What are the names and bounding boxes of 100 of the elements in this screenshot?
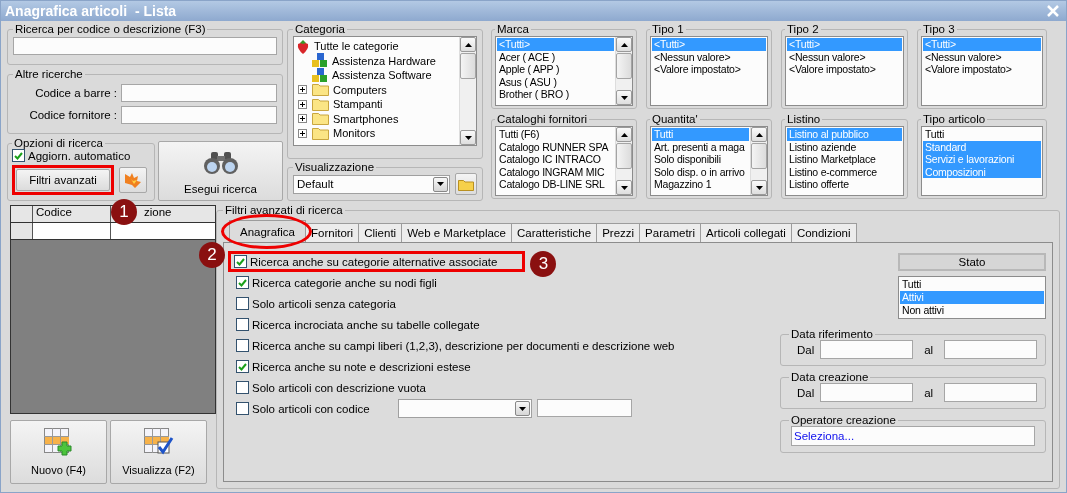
- list-item[interactable]: Solo disponibili: [652, 153, 749, 166]
- checkbox[interactable]: [234, 255, 247, 268]
- expand-icon[interactable]: [297, 128, 307, 138]
- search-field[interactable]: [13, 37, 277, 55]
- toolbar-button[interactable]: Nuovo (F4): [10, 420, 107, 484]
- scroll-down-button[interactable]: [751, 180, 767, 195]
- checkbox[interactable]: [236, 276, 249, 289]
- tab[interactable]: Condizioni: [790, 223, 857, 242]
- list-item[interactable]: Catalogo RUNNER SPA: [497, 140, 614, 154]
- scrollbar[interactable]: [459, 37, 476, 145]
- date-field[interactable]: [820, 383, 913, 402]
- tree-item[interactable]: Monitors: [333, 127, 376, 140]
- view-dropdown[interactable]: Default: [293, 174, 450, 194]
- row-header[interactable]: [11, 223, 33, 239]
- tab[interactable]: Caratteristiche: [511, 223, 598, 242]
- tab[interactable]: Fornitori: [305, 223, 360, 242]
- list-item[interactable]: Non attivi: [900, 304, 1044, 317]
- list-box[interactable]: <Tutti> <Nessun valore> <Valore impostato>: [785, 36, 904, 106]
- expand-icon[interactable]: [297, 85, 307, 95]
- scroll-down-button[interactable]: [616, 90, 632, 105]
- code-dropdown[interactable]: [398, 399, 532, 418]
- checkbox[interactable]: [236, 339, 249, 352]
- list-item[interactable]: Tutti: [900, 278, 1044, 291]
- scroll-thumb[interactable]: [616, 143, 632, 169]
- list-box[interactable]: <Tutti> <Nessun valore> <Valore impostato>: [650, 36, 768, 106]
- expand-icon[interactable]: [297, 99, 307, 109]
- list-item[interactable]: Catalogo DB-LINE SRL: [497, 178, 614, 191]
- list-item[interactable]: Catalogo IC INTRACO: [497, 153, 614, 166]
- checkbox[interactable]: [12, 149, 25, 162]
- scroll-thumb[interactable]: [616, 53, 632, 79]
- list-item[interactable]: <Valore impostato>: [923, 63, 1041, 76]
- scroll-up-button[interactable]: [460, 37, 476, 52]
- input-field[interactable]: [121, 106, 277, 124]
- category-tree[interactable]: Tutte le categorie Assistenza Hardware Assistenza Software Computers Stampanti Smartphones Monitors: [293, 36, 477, 146]
- list-item[interactable]: Listino Marketplace: [787, 153, 902, 166]
- scrollbar[interactable]: [615, 37, 632, 105]
- scroll-down-button[interactable]: [616, 180, 632, 195]
- list-item[interactable]: <Nessun valore>: [787, 50, 902, 64]
- tree-item[interactable]: Assistenza Hardware: [332, 54, 436, 67]
- list-item[interactable]: Tutti (F6): [497, 128, 614, 141]
- list-box[interactable]: Tutti Art. presenti a maga Solo disponibili Solo disp. o in arrivo Magazzino 1: [650, 126, 768, 196]
- scroll-up-button[interactable]: [616, 37, 632, 52]
- list-item[interactable]: Catalogo INGRAM MIC: [497, 165, 614, 179]
- tab[interactable]: Web e Marketplace: [401, 223, 512, 242]
- list-item[interactable]: Brother ( BRO ): [497, 88, 614, 101]
- list-item[interactable]: Magazzino 1: [652, 178, 749, 191]
- list-item[interactable]: <Nessun valore>: [652, 50, 766, 64]
- list-item[interactable]: <Nessun valore>: [923, 50, 1041, 64]
- list-item[interactable]: Apple ( APP ): [497, 63, 614, 76]
- list-item[interactable]: Listino e-commerce: [787, 165, 902, 179]
- scroll-up-button[interactable]: [616, 127, 632, 142]
- list-item[interactable]: Acer ( ACE ): [497, 50, 614, 64]
- list-item[interactable]: Asus ( ASU ): [497, 75, 614, 89]
- date-field[interactable]: [820, 340, 913, 359]
- tab[interactable]: Clienti: [358, 223, 403, 242]
- tree-item[interactable]: Smartphones: [333, 112, 399, 125]
- tab[interactable]: Prezzi: [596, 223, 641, 242]
- status-list[interactable]: Tutti Attivi Non attivi: [898, 276, 1046, 319]
- list-box[interactable]: Tutti (F6) Catalogo RUNNER SPA Catalogo IC INTRACO Catalogo INGRAM MIC Catalogo DB-LINE SRL: [495, 126, 633, 196]
- checkbox[interactable]: [236, 381, 249, 394]
- scroll-thumb[interactable]: [460, 53, 476, 79]
- advanced-filters-button[interactable]: Filtri avanzati: [16, 169, 110, 191]
- list-item[interactable]: Tutti: [923, 128, 1041, 141]
- date-field[interactable]: [944, 340, 1037, 359]
- operator-field[interactable]: Seleziona...: [791, 426, 1035, 446]
- list-item[interactable]: <Valore impostato>: [652, 63, 766, 76]
- scroll-down-button[interactable]: [460, 130, 476, 145]
- list-item[interactable]: Solo disp. o in arrivo: [652, 165, 749, 179]
- tab[interactable]: Articoli collegati: [699, 223, 792, 242]
- tree-item[interactable]: Computers: [333, 83, 387, 96]
- tab[interactable]: Parametri: [639, 223, 701, 242]
- folder-button[interactable]: [455, 173, 477, 195]
- tab[interactable]: Anagrafica: [229, 220, 306, 242]
- list-item[interactable]: Listino offerte: [787, 178, 902, 191]
- list-box[interactable]: <Tutti> Acer ( ACE ) Apple ( APP ) Asus ( ASU ) Brother ( BRO ): [495, 36, 633, 106]
- column-header[interactable]: zione: [144, 206, 172, 218]
- input-field[interactable]: [121, 84, 277, 102]
- list-item[interactable]: <Valore impostato>: [787, 63, 902, 76]
- checkbox[interactable]: [236, 297, 249, 310]
- code-field[interactable]: [537, 399, 632, 417]
- checkbox[interactable]: [236, 318, 249, 331]
- tree-item[interactable]: Tutte le categorie: [314, 40, 399, 53]
- tree-item[interactable]: Assistenza Software: [332, 69, 432, 82]
- list-item[interactable]: Art. presenti a maga: [652, 140, 749, 154]
- search-button[interactable]: Esegui ricerca: [158, 141, 283, 201]
- scrollbar[interactable]: [750, 127, 767, 195]
- list-box[interactable]: Tutti Standard Servizi e lavorazioni Composizioni: [921, 126, 1043, 196]
- scroll-up-button[interactable]: [751, 127, 767, 142]
- expand-icon[interactable]: [297, 114, 307, 124]
- tree-item[interactable]: Stampanti: [333, 98, 383, 111]
- scrollbar[interactable]: [615, 127, 632, 195]
- column-header[interactable]: Codice: [36, 206, 72, 218]
- date-field[interactable]: [944, 383, 1037, 402]
- scroll-thumb[interactable]: [751, 143, 767, 169]
- toolbar-button[interactable]: Visualizza (F2): [110, 420, 207, 484]
- list-box[interactable]: Listino al pubblico Listino aziende Listino Marketplace Listino e-commerce Listino offerte: [785, 126, 904, 196]
- checkbox[interactable]: [236, 402, 249, 415]
- list-box[interactable]: <Tutti> <Nessun valore> <Valore impostato>: [921, 36, 1043, 106]
- list-item[interactable]: Listino aziende: [787, 140, 902, 154]
- checkbox[interactable]: [236, 360, 249, 373]
